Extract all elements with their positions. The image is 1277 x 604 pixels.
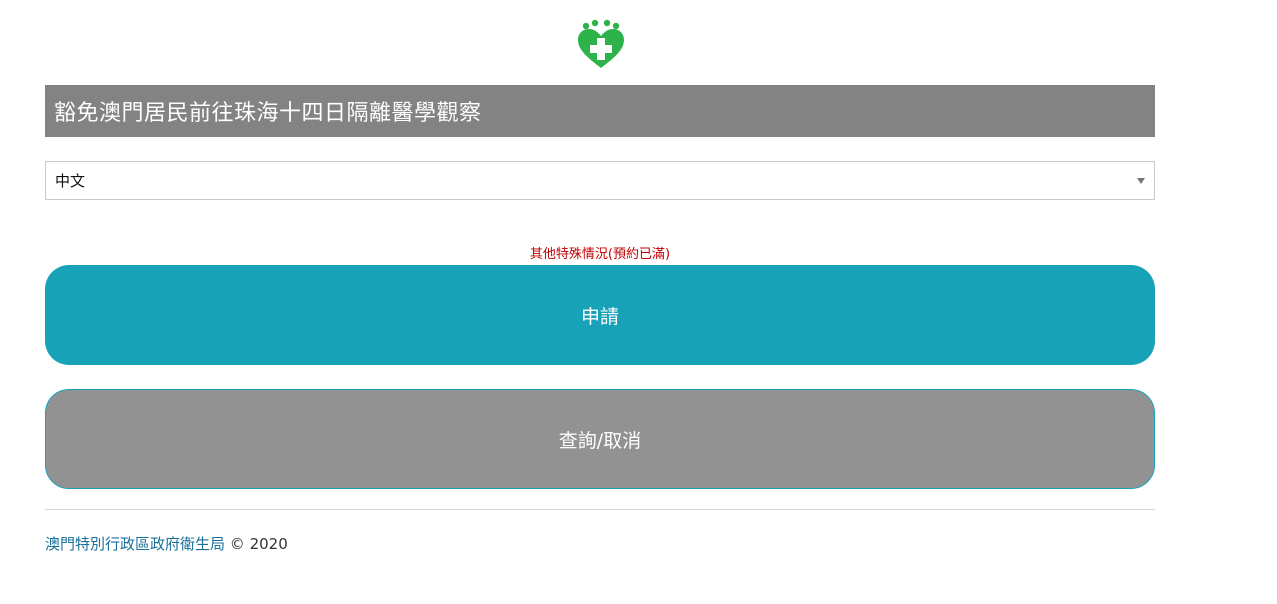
copyright-text: © 2020 [229, 535, 288, 553]
divider [45, 509, 1155, 510]
page-title: 豁免澳門居民前往珠海十四日隔離醫學觀察 [54, 101, 482, 126]
health-bureau-link[interactable]: 澳門特別行政區政府衛生局 [45, 535, 225, 553]
special-notice: 其他特殊情況(預約已滿) [529, 247, 671, 262]
apply-button-label: 申請 [580, 305, 619, 328]
language-select[interactable]: 中文 [45, 161, 1155, 200]
language-select-value: 中文 [55, 172, 86, 190]
chevron-down-icon [1137, 178, 1145, 184]
query-cancel-button-label: 查詢/取消 [558, 429, 642, 452]
footer: 澳門特別行政區政府衛生局 © 2020 [45, 533, 288, 554]
query-cancel-button[interactable]: 查詢/取消 [45, 389, 1155, 489]
page-title-bar: 豁免澳門居民前往珠海十四日隔離醫學觀察 [45, 85, 1155, 137]
health-logo-icon [578, 19, 624, 68]
apply-button[interactable]: 申請 [45, 265, 1155, 365]
page: 豁免澳門居民前往珠海十四日隔離醫學觀察 中文 其他特殊情況(預約已滿) 申請 查… [0, 0, 1277, 604]
